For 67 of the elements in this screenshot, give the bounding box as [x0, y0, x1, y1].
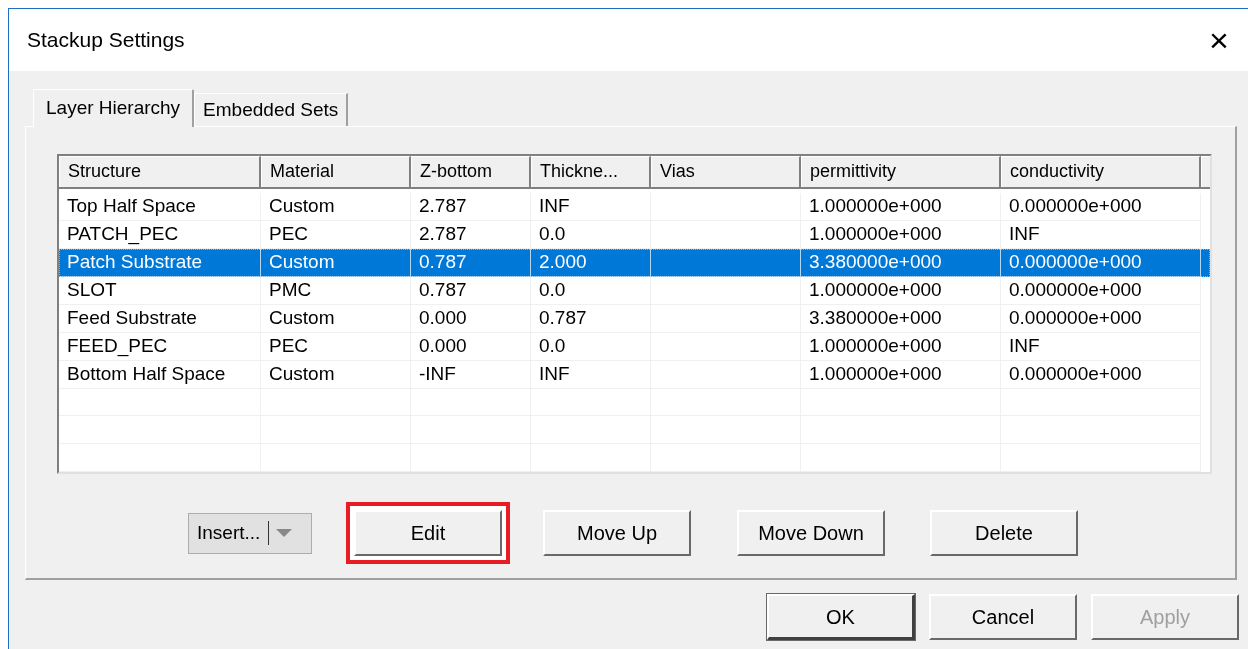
column-header[interactable]: Thickne... [531, 156, 651, 187]
dialog-button[interactable]: OK [767, 594, 915, 640]
table-cell-text: Custom [269, 249, 335, 274]
table-cell-text: Top Half Space [67, 193, 196, 218]
table-cell-text: 0.000000e+000 [1009, 361, 1142, 386]
table-row[interactable]: Bottom Half Space Custom -INF INF 1.000000e+000 0.000000e+000 [59, 360, 1210, 389]
table-cell-text: 2.000 [539, 249, 587, 274]
table-cell-text: 0.0 [539, 277, 566, 302]
table-cell-text: PMC [269, 277, 312, 302]
action-button[interactable]: Move Down [737, 510, 885, 556]
table-cell-text: 3.380000e+000 [809, 305, 942, 330]
table-cell-text: 1.000000e+000 [809, 361, 942, 386]
table-cell-text: 1.000000e+000 [809, 277, 942, 302]
window-title: Stackup Settings [27, 27, 185, 54]
table-cell-text: 0.0 [539, 333, 566, 358]
table-cell-text: 0.787 [419, 277, 467, 302]
table-cell-text: 0.000 [419, 305, 467, 330]
table-cell-text: 3.380000e+000 [809, 249, 942, 274]
table-cell-text: INF [539, 361, 570, 386]
table-cell-text: -INF [419, 361, 456, 386]
action-button[interactable]: Edit [354, 510, 502, 556]
action-button[interactable]: Move Up [543, 510, 691, 556]
table-cell-text: PEC [269, 333, 309, 358]
tab[interactable]: Layer Hierarchy [33, 89, 195, 127]
table-cell-text: Custom [269, 361, 335, 386]
tab[interactable]: Embedded Sets [194, 93, 349, 126]
column-header[interactable]: Z-bottom [411, 156, 531, 187]
table-cell-text: INF [539, 193, 570, 218]
table-cell-text: 0.000 [419, 333, 467, 358]
table-row[interactable]: PATCH_PEC PEC 2.787 0.0 1.000000e+000 INF [59, 220, 1210, 249]
column-header[interactable]: Material [261, 156, 411, 187]
column-header[interactable]: conductivity [1001, 156, 1201, 187]
table-cell-text: 0.0 [539, 221, 566, 246]
close-button[interactable]: × [1204, 22, 1234, 58]
table-cell-text: SLOT [67, 277, 117, 302]
column-header[interactable]: permittivity [801, 156, 1001, 187]
column-header[interactable]: Vias [651, 156, 801, 187]
table-row[interactable]: FEED_PEC PEC 0.000 0.0 1.000000e+000 INF [59, 332, 1210, 361]
action-button[interactable]: Delete [930, 510, 1078, 556]
table-row[interactable]: Top Half Space Custom 2.787 INF 1.000000e+000 0.000000e+000 [59, 192, 1210, 221]
table-row[interactable]: Patch Substrate Custom 0.787 2.000 3.380000e+000 0.000000e+000 [59, 248, 1210, 277]
table-cell-text: FEED_PEC [67, 333, 168, 359]
table-cell-text: Custom [269, 193, 335, 218]
table-cell-text: 0.000000e+000 [1009, 193, 1142, 218]
table-cell-text: 1.000000e+000 [809, 221, 942, 246]
table-cell-text: PATCH_PEC [67, 221, 179, 247]
table-cell-text: INF [1009, 221, 1040, 246]
table-cell-text: Bottom Half Space [67, 361, 226, 386]
table-cell-text: Feed Substrate [67, 305, 197, 330]
table-cell-text: Custom [269, 305, 335, 330]
caret-icon [275, 528, 294, 538]
table-cell-text: Patch Substrate [67, 249, 203, 274]
dialog-button[interactable]: Cancel [929, 594, 1077, 640]
table-cell-text: 2.787 [419, 221, 467, 246]
table-row[interactable]: Feed Substrate Custom 0.000 0.787 3.380000e+000 0.000000e+000 [59, 304, 1210, 333]
table-cell-text: 0.787 [539, 305, 587, 330]
table-cell-text: 1.000000e+000 [809, 333, 942, 358]
column-header[interactable]: Structure [59, 156, 261, 187]
table-cell-text: 0.787 [419, 249, 467, 274]
table-cell-text: 1.000000e+000 [809, 193, 942, 218]
table-cell-text: 2.787 [419, 193, 467, 218]
table-row[interactable]: SLOT PMC 0.787 0.0 1.000000e+000 0.000000e+000 [59, 276, 1210, 305]
table-cell-text: 0.000000e+000 [1009, 249, 1142, 274]
table-cell-text: 0.000000e+000 [1009, 305, 1142, 330]
table-cell-text: 0.000000e+000 [1009, 277, 1142, 302]
table-cell-text: INF [1009, 333, 1040, 358]
table-cell-text: PEC [269, 221, 309, 246]
